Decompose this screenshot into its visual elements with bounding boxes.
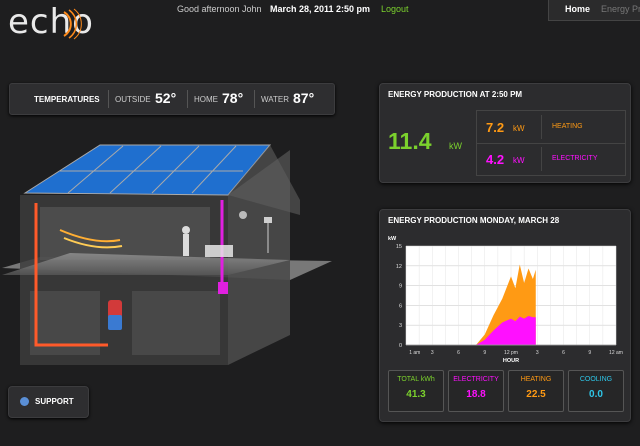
logout-link[interactable]: Logout xyxy=(381,4,409,14)
y-tick-label: 0 xyxy=(399,343,402,349)
stat-label: ELECTRICITY xyxy=(453,376,499,383)
heating-value: 7.2 xyxy=(486,120,505,135)
daily-production-panel: ENERGY PRODUCTION MONDAY, MARCH 28 0 3 6 9 1… xyxy=(379,209,631,422)
panel-title: ENERGY PRODUCTION MONDAY, MARCH 28 xyxy=(388,216,560,225)
x-tick-label: 1 am xyxy=(409,350,420,356)
electricity-row: 4.2 kW ELECTRICITY xyxy=(477,143,625,175)
water-label: WATER xyxy=(261,95,289,104)
y-tick-label: 6 xyxy=(399,303,402,309)
y-tick-label: 15 xyxy=(396,244,402,250)
x-tick-label: 6 xyxy=(562,350,565,356)
temperatures-bar: TEMPERATURES OUTSIDE 52° HOME 78° WATER … xyxy=(9,83,335,115)
electricity-label: ELECTRICITY xyxy=(552,155,598,162)
stat-label: TOTAL kWh xyxy=(397,376,435,383)
nav-energy-production[interactable]: Energy Pro xyxy=(601,4,640,14)
x-tick-label: 3 xyxy=(536,350,539,356)
x-tick-label: 9 xyxy=(588,350,591,356)
breakdown-box: 7.2 kW HEATING 4.2 kW ELECTRICITY xyxy=(476,110,626,176)
electricity-value: 4.2 xyxy=(486,152,505,167)
x-tick-label: 12 am xyxy=(609,350,623,356)
datetime-text: March 28, 2011 2:50 pm xyxy=(270,4,371,14)
y-tick-label: 12 xyxy=(396,264,402,270)
x-tick-label: 9 xyxy=(483,350,486,356)
water-value: 87° xyxy=(293,90,315,106)
heating-label: HEATING xyxy=(552,123,583,130)
temperatures-label: TEMPERATURES xyxy=(34,95,100,104)
divider xyxy=(254,90,255,108)
divider xyxy=(187,90,188,108)
x-tick-label: 6 xyxy=(457,350,460,356)
support-button[interactable]: SUPPORT xyxy=(8,386,89,418)
daily-stats: TOTAL kWh 41.3 ELECTRICITY 18.8 HEATING … xyxy=(388,370,624,414)
x-tick-label: 3 xyxy=(431,350,434,356)
panel-title: ENERGY PRODUCTION AT 2:50 PM xyxy=(388,90,523,99)
daily-production-chart: 0 3 6 9 12 15 1 am 3 6 9 12 pm 3 6 9 12 am kW HOUR xyxy=(388,236,623,364)
divider xyxy=(108,90,109,108)
stat-cooling: COOLING 0.0 xyxy=(568,370,624,412)
current-production-panel: ENERGY PRODUCTION AT 2:50 PM 11.4 kW 7.2… xyxy=(379,83,631,183)
top-nav: Home Energy Pro xyxy=(548,0,640,21)
total-kw-unit: kW xyxy=(449,141,462,151)
outside-value: 52° xyxy=(155,90,177,106)
home-label: HOME xyxy=(194,95,218,104)
divider xyxy=(541,115,542,139)
stat-label: HEATING xyxy=(520,376,552,383)
x-axis-label: HOUR xyxy=(503,358,519,364)
support-icon xyxy=(20,397,29,406)
stat-electricity: ELECTRICITY 18.8 xyxy=(448,370,504,412)
y-tick-label: 9 xyxy=(399,284,402,290)
outside-label: OUTSIDE xyxy=(115,95,151,104)
y-tick-label: 3 xyxy=(399,323,402,329)
support-label: SUPPORT xyxy=(35,397,74,406)
stat-value: 41.3 xyxy=(406,389,426,400)
divider xyxy=(541,147,542,171)
stat-value: 18.8 xyxy=(466,389,486,400)
x-tick-label: 12 pm xyxy=(504,350,518,356)
stat-value: 0.0 xyxy=(589,389,603,400)
heating-unit: kW xyxy=(513,124,525,133)
y-axis-label: kW xyxy=(388,236,397,242)
house-illustration xyxy=(2,144,332,365)
home-value: 78° xyxy=(222,90,244,106)
greeting-text: Good afternoon John xyxy=(177,4,262,14)
electricity-unit: kW xyxy=(513,156,525,165)
stat-heating: HEATING 22.5 xyxy=(508,370,564,412)
logo-arcs-icon xyxy=(63,8,82,40)
total-kw-value: 11.4 xyxy=(388,128,432,154)
heating-row: 7.2 kW HEATING xyxy=(477,111,625,144)
stat-value: 22.5 xyxy=(526,389,546,400)
stat-total-kwh: TOTAL kWh 41.3 xyxy=(388,370,444,412)
nav-home[interactable]: Home xyxy=(565,4,590,14)
stat-label: COOLING xyxy=(579,376,613,383)
